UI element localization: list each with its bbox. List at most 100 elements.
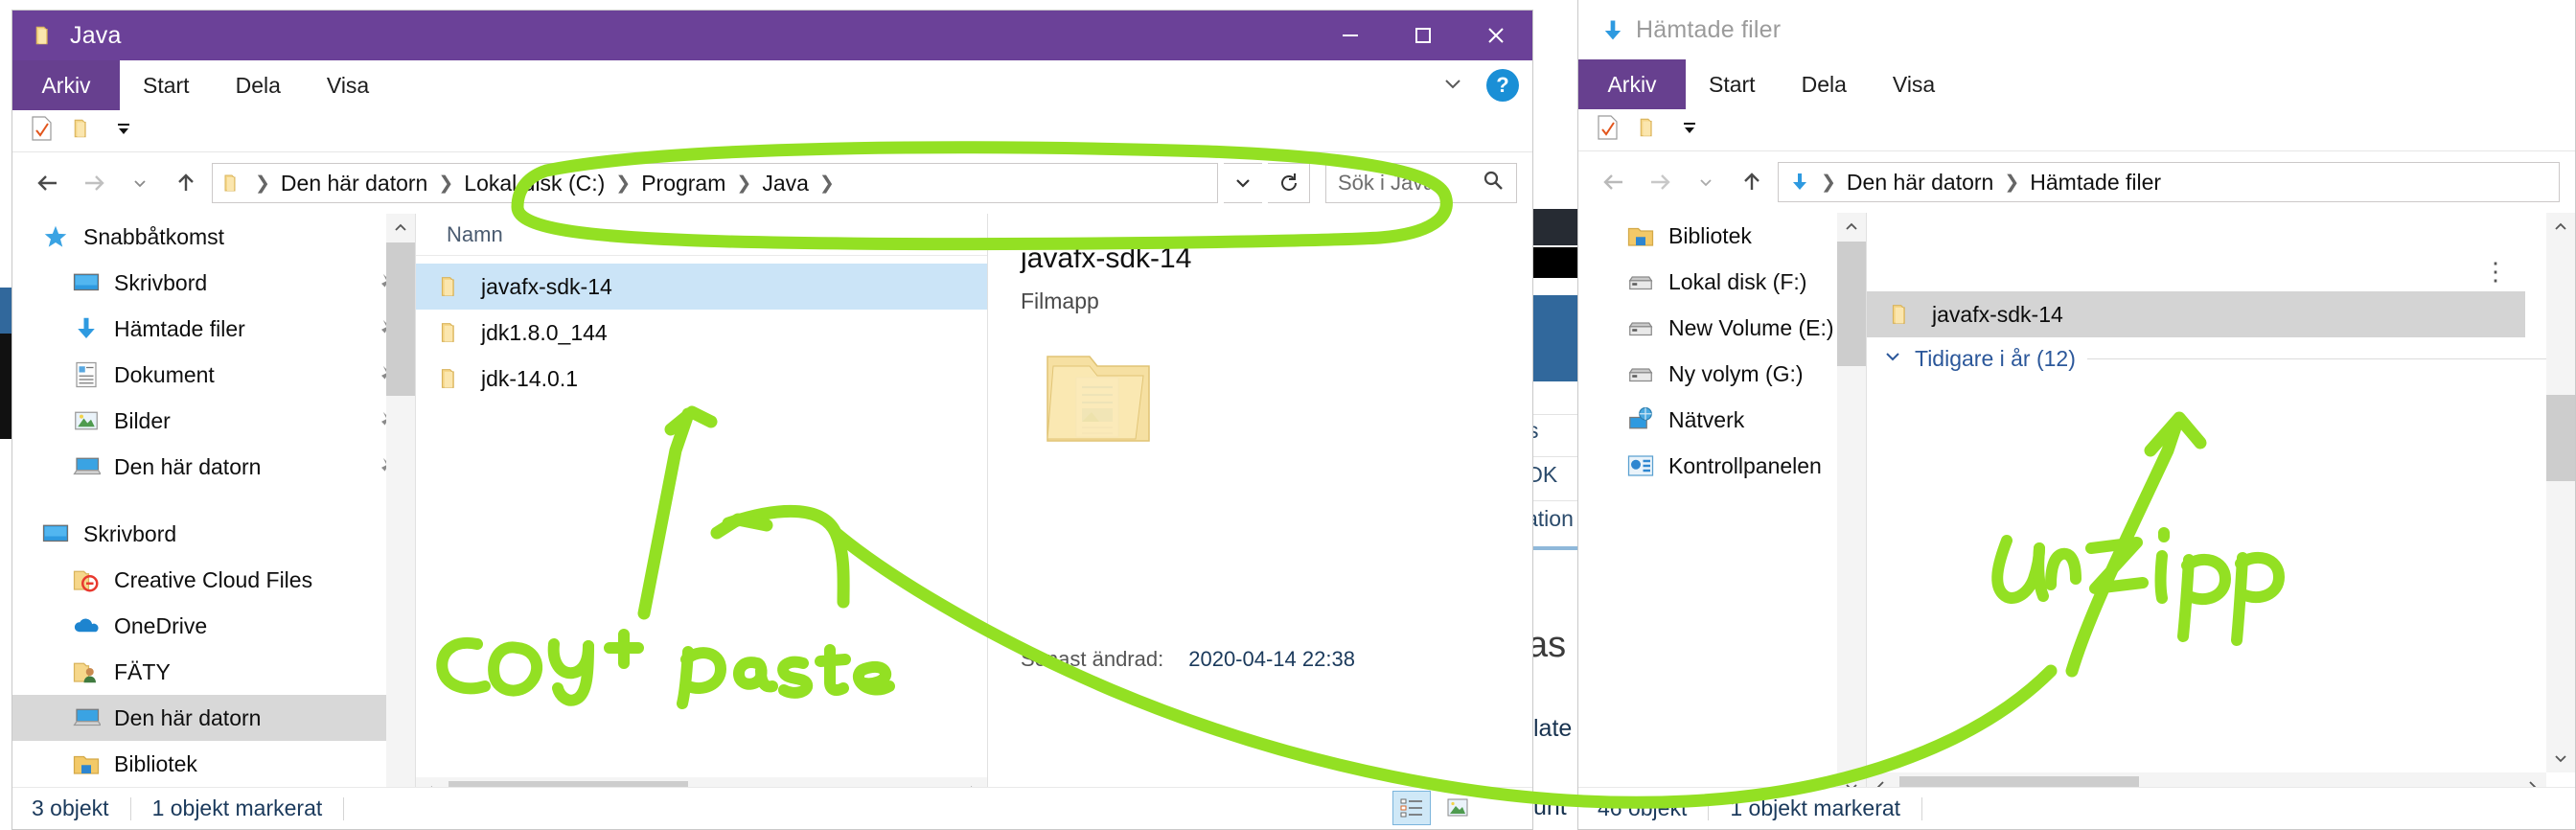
column-header-row[interactable]: Namn — [416, 214, 987, 256]
file-list-pane-downloads[interactable]: ⋮ javafx-sdk-14 Tidigare i år (12) — [1867, 213, 2575, 801]
sidebar-item-den-har-datorn[interactable]: Den här datorn — [12, 444, 415, 490]
sidebar-item-lokal-disk-f[interactable]: Lokal disk (F:) — [1578, 259, 1866, 305]
ribbon-java[interactable]: Arkiv Start Dela Visa ? — [12, 60, 1532, 110]
quick-access-toolbar-java[interactable] — [12, 110, 1532, 152]
nav-pane-scrollbar-downloads[interactable] — [1837, 213, 1866, 801]
table-row[interactable]: jdk-14.0.1 — [416, 356, 987, 402]
scroll-up-arrow-icon[interactable] — [1837, 213, 1866, 242]
scrollbar-thumb[interactable] — [1837, 242, 1866, 366]
view-mode-buttons[interactable] — [1392, 791, 1477, 825]
arrow-left-icon[interactable] — [1594, 162, 1634, 202]
sidebar-item-faty[interactable]: FÄTY — [12, 649, 415, 695]
sidebar-item-kontrollpanelen[interactable]: Kontrollpanelen — [1578, 443, 1866, 489]
ribbon-downloads[interactable]: Arkiv Start Dela Visa — [1578, 59, 2575, 109]
sidebar-item-skrivbord-root[interactable]: Skrivbord — [12, 511, 415, 557]
title-bar-java[interactable]: Java — [12, 11, 1532, 60]
new-folder-icon[interactable] — [72, 116, 97, 146]
scroll-up-arrow-icon[interactable] — [386, 214, 415, 242]
chevron-down-icon[interactable] — [1882, 346, 1903, 372]
file-list-pane-java[interactable]: Namn javafx-sdk-14 jdk1.8.0_144 — [416, 214, 987, 806]
sidebar-item-new-volume-e[interactable]: New Volume (E:) — [1578, 305, 1866, 351]
nav-pane-scrollbar-java[interactable] — [386, 214, 415, 806]
sidebar-item-bilder[interactable]: Bilder — [12, 398, 415, 444]
minimize-icon[interactable] — [1314, 11, 1387, 60]
sidebar-label: Lokal disk (F:) — [1668, 269, 1806, 295]
breadcrumb[interactable]: ❯ Den här datorn ❯ Hämtade filer — [1778, 162, 2560, 202]
table-row[interactable]: javafx-sdk-14 — [416, 264, 987, 310]
tab-start[interactable]: Start — [1686, 59, 1779, 109]
sidebar-label: Snabbåtkomst — [83, 224, 224, 250]
nav-pane-gap — [12, 490, 415, 511]
scroll-down-arrow-icon[interactable] — [2546, 744, 2575, 772]
ribbon-right-controls[interactable]: ? — [1438, 60, 1519, 110]
explorer-window-java[interactable]: Java Arkiv Start Dela Visa — [12, 10, 1533, 830]
scrollbar-thumb[interactable] — [2546, 395, 2575, 481]
scroll-up-arrow-icon[interactable] — [2546, 213, 2575, 242]
properties-check-icon[interactable] — [1596, 114, 1621, 146]
search-input[interactable]: Sök i Java — [1325, 163, 1517, 203]
search-icon[interactable] — [1482, 169, 1505, 197]
breadcrumb-item-program[interactable]: Program — [634, 171, 732, 196]
table-row[interactable]: javafx-sdk-14 — [1867, 291, 2525, 337]
arrow-left-icon[interactable] — [28, 163, 68, 203]
sidebar-item-ny-volym-g[interactable]: Ny volym (G:) — [1578, 351, 1866, 397]
properties-check-icon[interactable] — [30, 115, 55, 147]
close-icon[interactable] — [1460, 11, 1532, 60]
arrow-up-icon[interactable] — [1732, 162, 1772, 202]
sidebar-item-onedrive[interactable]: OneDrive — [12, 603, 415, 649]
refresh-icon[interactable] — [1268, 163, 1310, 203]
sidebar-item-bibliotek[interactable]: Bibliotek — [1578, 213, 1866, 259]
arrow-up-icon[interactable] — [166, 163, 206, 203]
maximize-icon[interactable] — [1387, 11, 1460, 60]
explorer-window-downloads[interactable]: Hämtade filer Arkiv Start Dela Visa — [1577, 0, 2576, 830]
breadcrumb-item-java[interactable]: Java — [755, 171, 816, 196]
navigation-pane-downloads[interactable]: Bibliotek Lokal disk (F:) New Volume (E:… — [1578, 213, 1866, 801]
sidebar-item-skrivbord[interactable]: Skrivbord — [12, 260, 415, 306]
column-header-namn[interactable]: Namn — [447, 222, 503, 247]
breadcrumb-item-this-pc[interactable]: Den här datorn — [274, 171, 434, 196]
new-folder-icon[interactable] — [1638, 115, 1663, 145]
details-view-icon[interactable] — [1392, 791, 1431, 825]
sidebar-item-dokument[interactable]: Dokument — [12, 352, 415, 398]
file-list-scrollbar-downloads[interactable] — [2546, 213, 2575, 772]
tab-visa[interactable]: Visa — [1870, 59, 1958, 109]
tab-dela[interactable]: Dela — [213, 60, 304, 110]
sidebar-item-hamtade-filer[interactable]: Hämtade filer — [12, 306, 415, 352]
table-row[interactable]: jdk1.8.0_144 — [416, 310, 987, 356]
recent-locations-chevron-down-icon[interactable] — [1686, 162, 1726, 202]
chevron-down-icon[interactable] — [1438, 69, 1467, 103]
sidebar-item-creative-cloud-files[interactable]: Creative Cloud Files — [12, 557, 415, 603]
breadcrumb-item-this-pc[interactable]: Den här datorn — [1840, 170, 2000, 196]
sidebar-item-bibliotek[interactable]: Bibliotek — [12, 741, 415, 787]
tab-arkiv[interactable]: Arkiv — [1578, 59, 1686, 109]
tab-visa[interactable]: Visa — [304, 60, 392, 110]
sidebar-item-snabbatkomst[interactable]: Snabbåtkomst — [12, 214, 415, 260]
address-bar-java[interactable]: ❯ Den här datorn ❯ Lokal disk (C:) ❯ Pro… — [12, 152, 1532, 214]
tab-start[interactable]: Start — [120, 60, 213, 110]
navigation-pane-java[interactable]: Snabbåtkomst Skrivbord Hämtade filer — [12, 214, 415, 806]
customize-chevron-icon[interactable] — [1680, 118, 1699, 142]
title-bar-downloads[interactable]: Hämtade filer — [1578, 0, 2575, 59]
sidebar-item-den-har-datorn-selected[interactable]: Den här datorn — [12, 695, 415, 741]
large-icons-view-icon[interactable] — [1438, 791, 1477, 825]
quick-access-toolbar-downloads[interactable] — [1578, 109, 2575, 151]
sidebar-label: Den här datorn — [114, 705, 261, 731]
ellipsis-icon[interactable]: ⋮ — [2483, 257, 2508, 287]
arrow-right-icon[interactable] — [1640, 162, 1680, 202]
scrollbar-thumb[interactable] — [386, 242, 415, 396]
status-item-count: 46 objekt — [1598, 795, 1708, 821]
customize-chevron-icon[interactable] — [114, 119, 133, 143]
tab-dela[interactable]: Dela — [1779, 59, 1870, 109]
tab-arkiv[interactable]: Arkiv — [12, 60, 120, 110]
address-history-chevron-down-icon[interactable] — [1224, 163, 1262, 203]
breadcrumb-item-local-disk[interactable]: Lokal disk (C:) — [457, 171, 611, 196]
help-button[interactable]: ? — [1486, 69, 1519, 102]
address-bar-downloads[interactable]: ❯ Den här datorn ❯ Hämtade filer — [1578, 151, 2575, 213]
sidebar-item-natverk[interactable]: Nätverk — [1578, 397, 1866, 443]
window-controls-java[interactable] — [1314, 11, 1532, 60]
arrow-right-icon[interactable] — [74, 163, 114, 203]
breadcrumb[interactable]: ❯ Den här datorn ❯ Lokal disk (C:) ❯ Pro… — [212, 163, 1218, 203]
recent-locations-chevron-down-icon[interactable] — [120, 163, 160, 203]
file-group-header[interactable]: Tidigare i år (12) — [1867, 337, 2575, 380]
breadcrumb-item-downloads[interactable]: Hämtade filer — [2023, 170, 2168, 196]
